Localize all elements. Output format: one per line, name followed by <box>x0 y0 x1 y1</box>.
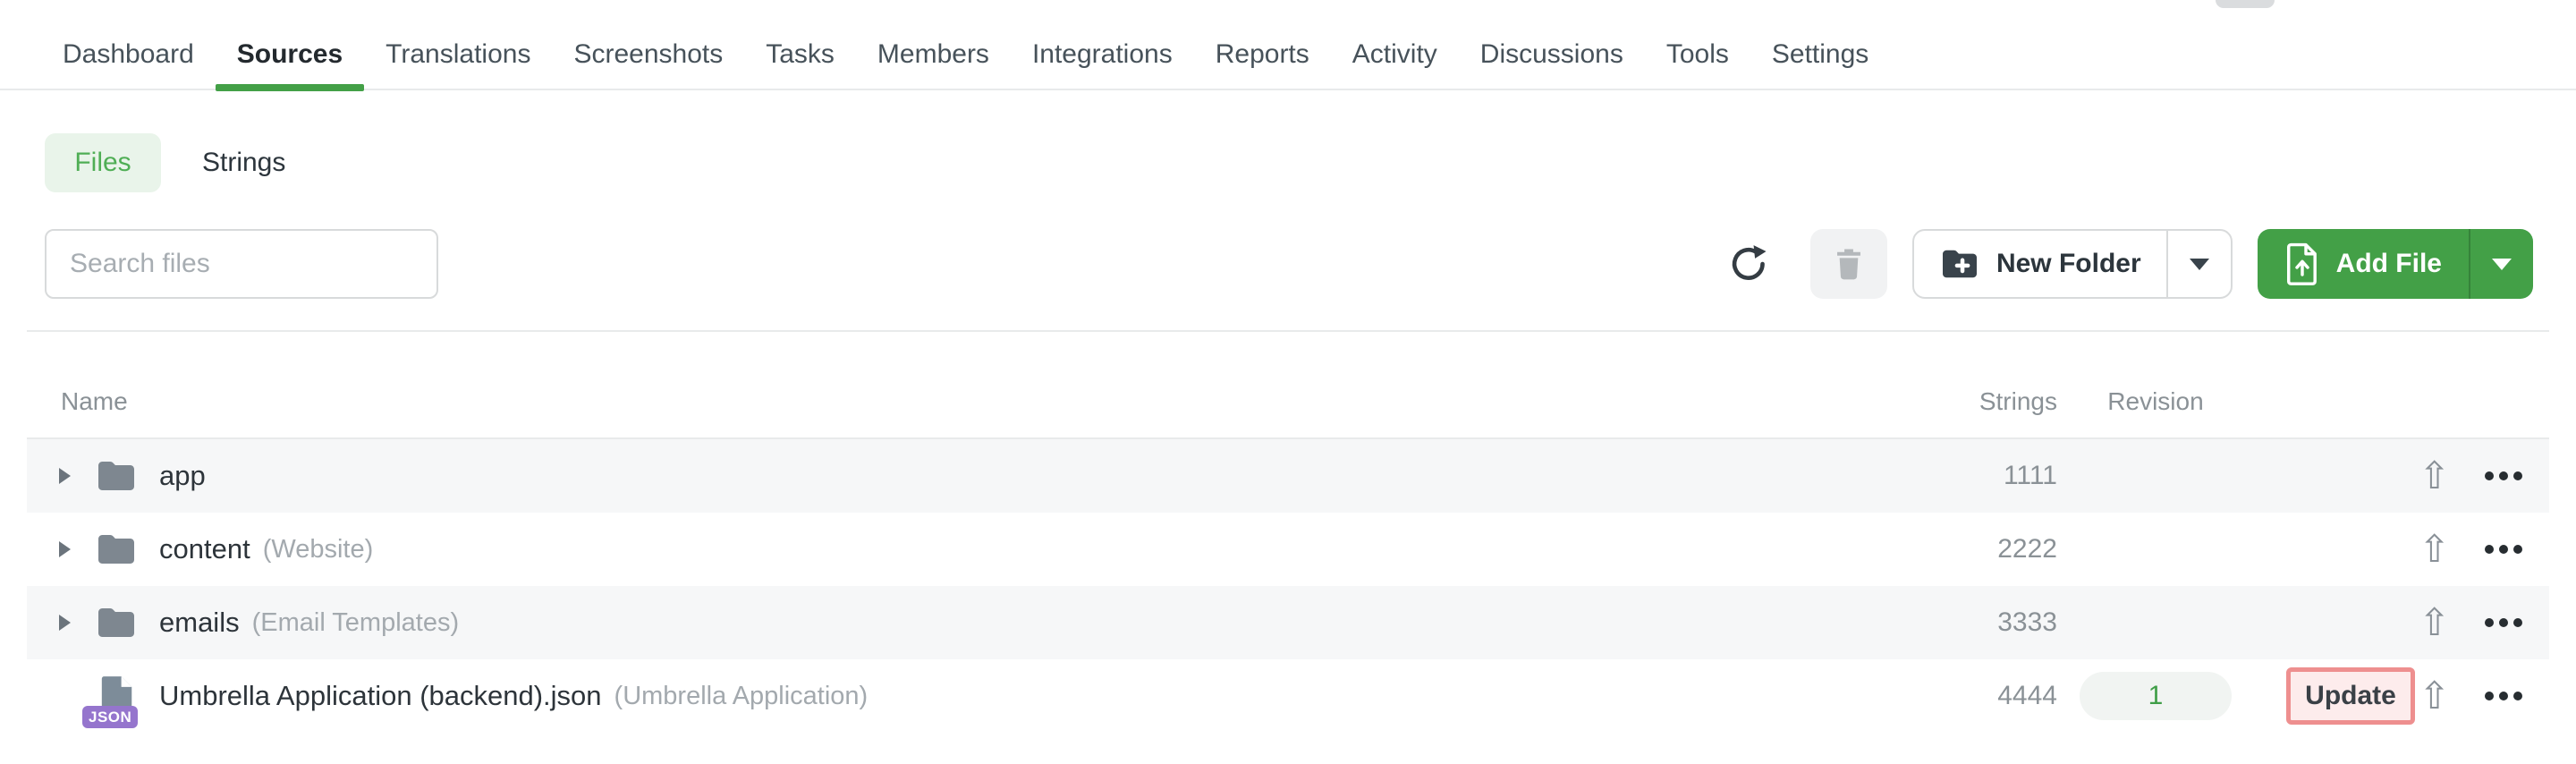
nav-item-dashboard[interactable]: Dashboard <box>63 39 194 70</box>
files-table: Name Strings Revision app 1111 ⇧ content… <box>27 332 2549 733</box>
name-cell: JSON Umbrella Application (backend).json… <box>27 675 1878 728</box>
row-actions: ⇧ <box>2415 677 2522 715</box>
folder-icon <box>93 531 140 567</box>
folder-note: (Website) <box>262 534 374 564</box>
nav-item-integrations[interactable]: Integrations <box>1032 39 1173 70</box>
folder-plus-icon <box>1939 247 1980 281</box>
folder-note: (Email Templates) <box>251 607 460 637</box>
folder-name: app <box>159 460 206 491</box>
chevron-down-icon <box>2189 258 2209 270</box>
project-nav: Dashboard Sources Translations Screensho… <box>0 0 2576 91</box>
json-file-icon: JSON <box>82 675 140 728</box>
revision-badge[interactable]: 1 <box>2080 672 2232 720</box>
search-input[interactable] <box>45 229 438 299</box>
nav-item-tasks[interactable]: Tasks <box>766 39 835 70</box>
upload-icon[interactable]: ⇧ <box>2419 457 2450 495</box>
folder-name: content <box>159 533 250 565</box>
expand-toggle[interactable] <box>59 615 80 631</box>
revision-cell: 1 <box>2057 672 2254 720</box>
add-file-label: Add File <box>2335 249 2442 278</box>
strings-count: 2222 <box>1997 534 2057 564</box>
upload-icon[interactable]: ⇧ <box>2419 677 2450 715</box>
delete-button[interactable] <box>1809 229 1887 299</box>
upload-icon[interactable]: ⇧ <box>2419 604 2450 641</box>
more-actions-button[interactable] <box>2485 471 2522 480</box>
strings-count: 4444 <box>1997 681 2057 710</box>
more-actions-button[interactable] <box>2485 692 2522 700</box>
table-row-folder-emails[interactable]: emails (Email Templates) 3333 ⇧ <box>27 586 2549 659</box>
file-name: Umbrella Application (backend).json <box>159 680 602 711</box>
folder-name: emails <box>159 607 240 638</box>
folder-icon <box>93 458 140 494</box>
chevron-down-icon <box>2492 258 2512 270</box>
column-header-revision: Revision <box>2107 387 2204 415</box>
tab-strings[interactable]: Strings <box>202 148 285 178</box>
add-file-button[interactable]: Add File <box>2258 229 2469 299</box>
table-row-file-umbrella-application[interactable]: JSON Umbrella Application (backend).json… <box>27 659 2549 733</box>
row-actions: ⇧ <box>2415 604 2522 641</box>
add-file-split-button: Add File <box>2257 229 2533 299</box>
chevron-right-icon <box>59 541 71 557</box>
sources-subtabs: Files Strings <box>45 133 2576 192</box>
table-row-folder-content[interactable]: content (Website) 2222 ⇧ <box>27 513 2549 586</box>
file-note: (Umbrella Application) <box>614 681 869 710</box>
strings-count: 3333 <box>1997 607 2057 637</box>
expand-toggle[interactable] <box>59 541 80 557</box>
new-folder-button[interactable]: New Folder <box>1914 231 2166 297</box>
more-actions-button[interactable] <box>2485 618 2522 627</box>
nav-item-settings[interactable]: Settings <box>1772 39 1868 70</box>
nav-item-reports[interactable]: Reports <box>1216 39 1309 70</box>
name-cell: emails (Email Templates) <box>27 605 1878 641</box>
trash-icon <box>1830 245 1868 283</box>
refresh-icon <box>1728 243 1769 284</box>
column-header-name: Name <box>61 387 128 415</box>
add-file-dropdown-toggle[interactable] <box>2469 229 2533 299</box>
nav-item-translations[interactable]: Translations <box>386 39 530 70</box>
new-folder-label: New Folder <box>1996 249 2141 278</box>
nav-item-screenshots[interactable]: Screenshots <box>573 39 723 70</box>
strings-count: 1111 <box>2003 461 2057 490</box>
nav-item-members[interactable]: Members <box>877 39 989 70</box>
expand-toggle[interactable] <box>59 468 80 484</box>
sources-files-page: Dashboard Sources Translations Screensho… <box>0 0 2576 764</box>
nav-item-tools[interactable]: Tools <box>1666 39 1729 70</box>
nav-item-discussions[interactable]: Discussions <box>1480 39 1623 70</box>
folder-icon <box>93 605 140 641</box>
file-upload-icon <box>2284 242 2320 285</box>
table-row-folder-app[interactable]: app 1111 ⇧ <box>27 439 2549 513</box>
file-type-badge: JSON <box>82 706 139 728</box>
nav-item-activity[interactable]: Activity <box>1352 39 1437 70</box>
new-folder-split-button: New Folder <box>1911 229 2233 299</box>
update-button[interactable]: Update <box>2286 667 2415 725</box>
chevron-right-icon <box>59 615 71 631</box>
cut-off-top-element <box>2216 0 2275 8</box>
name-cell: app <box>27 458 1878 494</box>
more-actions-button[interactable] <box>2485 545 2522 554</box>
row-actions: ⇧ <box>2415 457 2522 495</box>
new-folder-dropdown-toggle[interactable] <box>2165 231 2231 297</box>
refresh-button[interactable] <box>1728 243 1769 284</box>
table-header: Name Strings Revision <box>27 332 2549 439</box>
column-header-strings: Strings <box>1979 387 2057 415</box>
row-actions: ⇧ <box>2415 531 2522 568</box>
upload-icon[interactable]: ⇧ <box>2419 531 2450 568</box>
files-toolbar: New Folder Add File <box>45 228 2533 300</box>
nav-item-sources[interactable]: Sources <box>215 39 365 91</box>
name-cell: content (Website) <box>27 531 1878 567</box>
update-cell: Update <box>2254 667 2415 725</box>
chevron-right-icon <box>59 468 71 484</box>
tab-files[interactable]: Files <box>45 133 161 192</box>
